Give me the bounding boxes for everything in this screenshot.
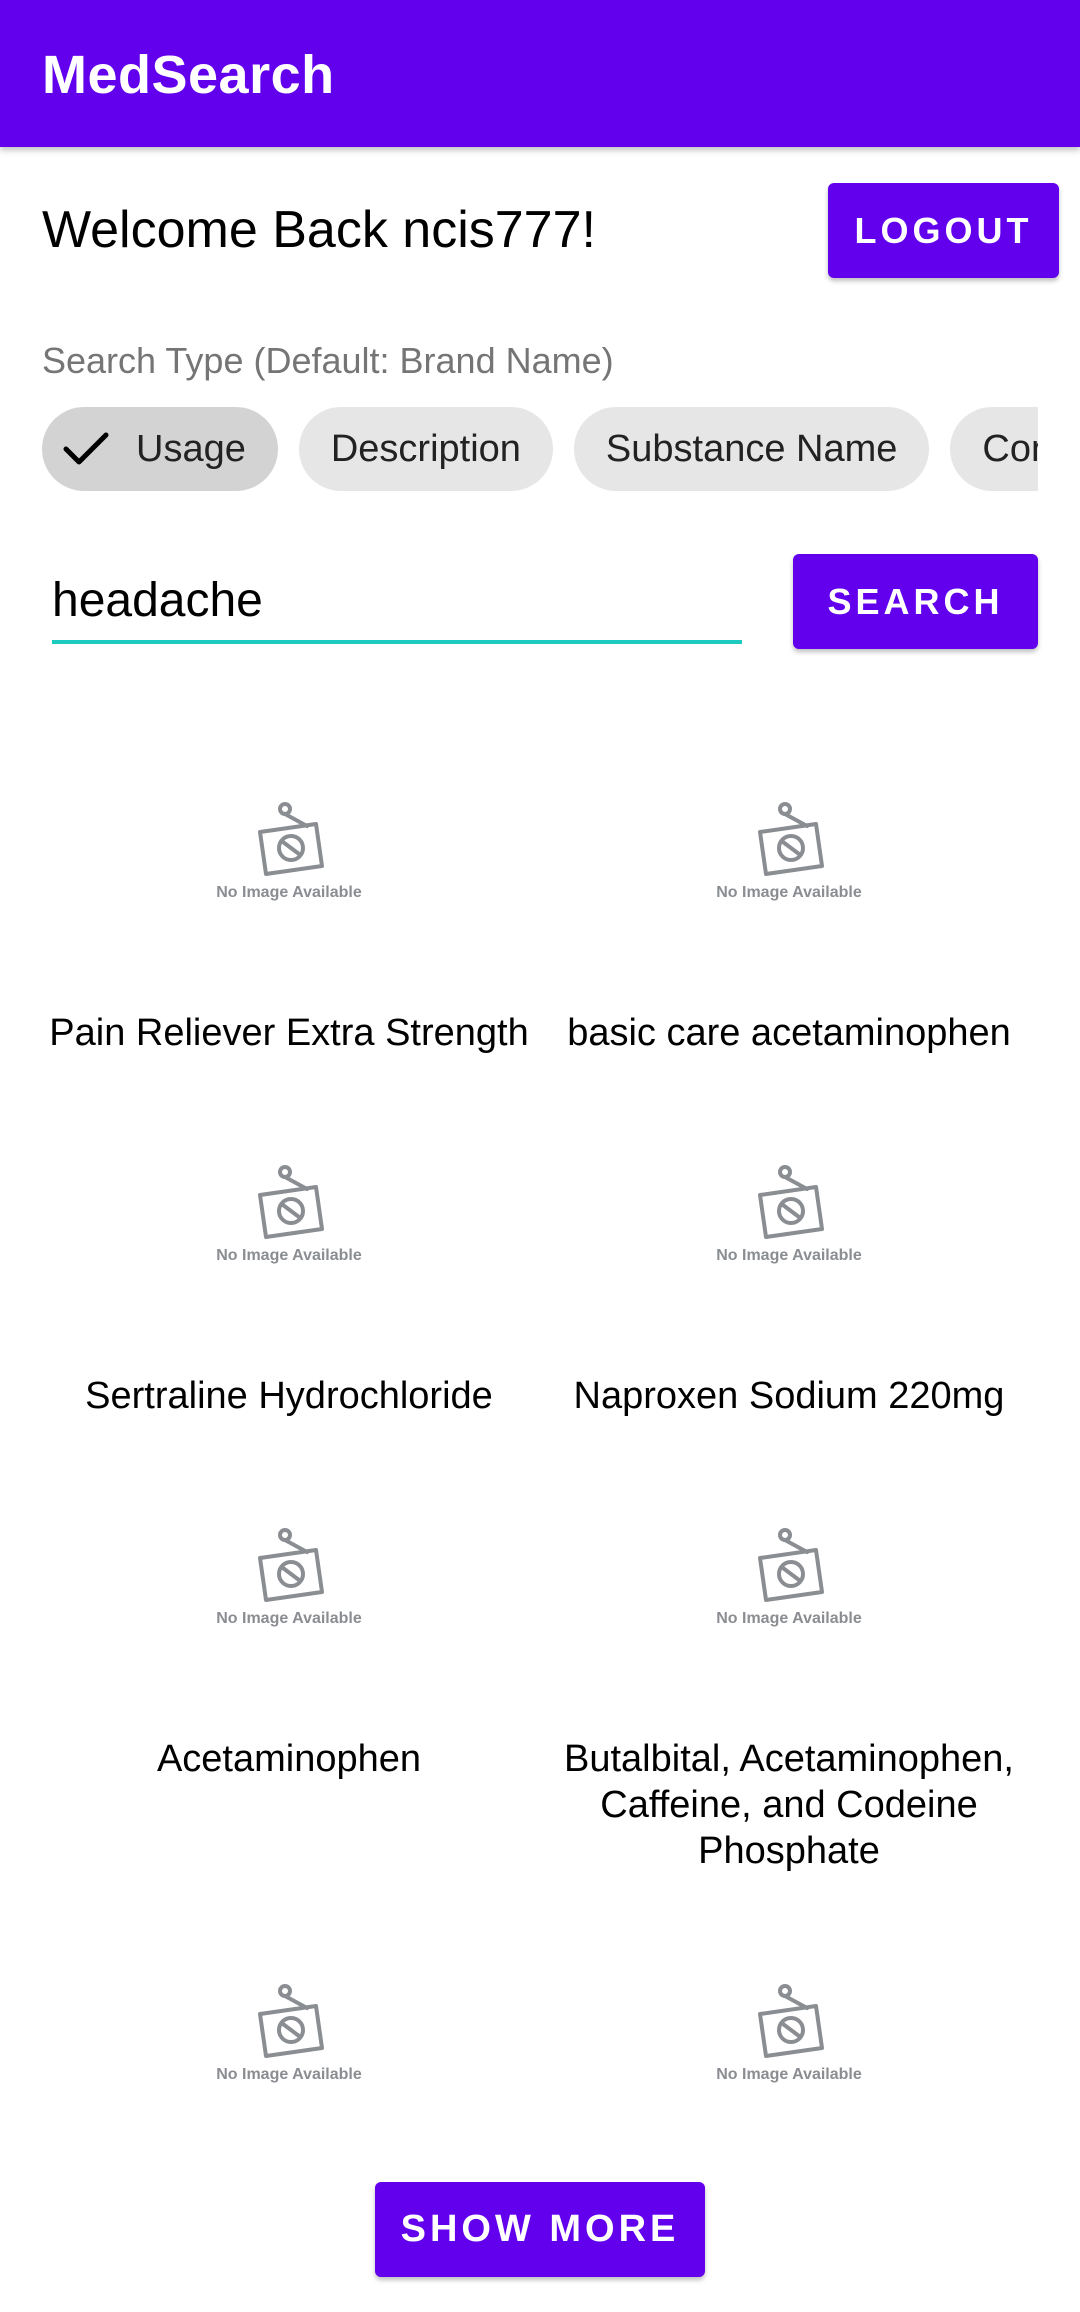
show-more-button[interactable]: SHOW MORE <box>375 2182 705 2277</box>
no-image-caption: No Image Available <box>216 1610 362 1627</box>
no-image-caption: No Image Available <box>216 884 362 901</box>
no-image-placeholder: No Image Available <box>189 1526 389 1646</box>
no-image-camera-icon <box>189 1526 389 1615</box>
search-button[interactable]: SEARCH <box>793 554 1038 649</box>
search-type-chip-group[interactable]: Usage Description Substance Name Con <box>42 407 1038 493</box>
chip-label: Description <box>330 427 521 470</box>
result-item-name: Pain Reliever Extra Strength <box>49 1012 529 1054</box>
no-image-caption: No Image Available <box>216 1247 362 1264</box>
chip-substance-name[interactable]: Substance Name <box>573 407 930 491</box>
result-item-name: Butalbital, Acetaminophen, Caffeine, and… <box>564 1738 1014 1872</box>
no-image-caption: No Image Available <box>716 1247 862 1264</box>
result-item-name: Naproxen Sodium 220mg <box>573 1375 1005 1417</box>
result-item-name: Acetaminophen <box>156 1738 422 1780</box>
chip-description[interactable]: Description <box>298 407 553 491</box>
no-image-placeholder: No Image Available <box>689 1526 889 1646</box>
result-item-name: basic care acetaminophen <box>567 1012 1011 1054</box>
no-image-placeholder: No Image Available <box>189 1982 389 2102</box>
app-title: MedSearch <box>42 45 335 105</box>
chip-label: Substance Name <box>605 427 898 470</box>
chip-label: Con <box>982 427 1038 470</box>
no-image-placeholder: No Image Available <box>689 800 889 920</box>
chip-usage[interactable]: Usage <box>42 407 278 491</box>
no-image-placeholder: No Image Available <box>689 1163 889 1283</box>
no-image-camera-icon <box>189 1982 389 2071</box>
no-image-camera-icon <box>689 1982 889 2071</box>
no-image-caption: No Image Available <box>716 1610 862 1627</box>
chip-partial[interactable]: Con <box>950 407 1038 491</box>
no-image-caption: No Image Available <box>716 884 862 901</box>
chip-label: Usage <box>136 427 246 470</box>
search-input[interactable] <box>52 560 742 644</box>
logout-button[interactable]: LOGOUT <box>828 183 1059 278</box>
no-image-caption: No Image Available <box>216 2066 362 2083</box>
no-image-placeholder: No Image Available <box>689 1982 889 2102</box>
no-image-camera-icon <box>689 1163 889 1252</box>
result-item-name: Sertraline Hydrochloride <box>85 1375 493 1417</box>
no-image-camera-icon <box>689 800 889 889</box>
no-image-camera-icon <box>189 1163 389 1252</box>
no-image-camera-icon <box>189 800 389 889</box>
no-image-placeholder: No Image Available <box>189 1163 389 1283</box>
no-image-camera-icon <box>689 1526 889 1615</box>
welcome-message: Welcome Back ncis777! <box>42 201 596 259</box>
no-image-caption: No Image Available <box>716 2066 862 2083</box>
checkmark-icon <box>58 421 114 477</box>
no-image-placeholder: No Image Available <box>189 800 389 920</box>
search-type-label: Search Type (Default: Brand Name) <box>42 340 614 381</box>
app-bar: MedSearch <box>0 0 1080 147</box>
